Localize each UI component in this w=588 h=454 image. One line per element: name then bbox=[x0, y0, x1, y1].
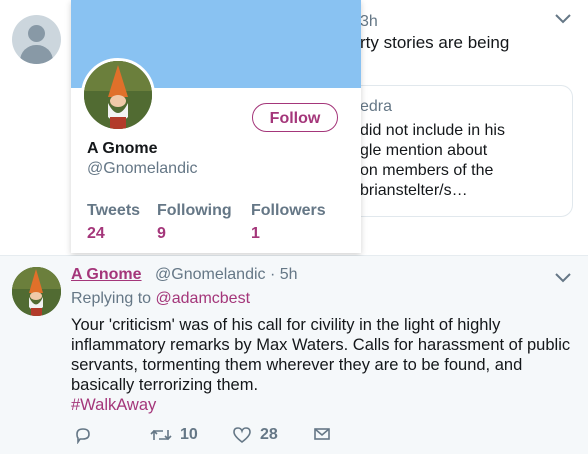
envelope-icon bbox=[313, 426, 331, 442]
quoted-tweet-line: on members of the bbox=[360, 162, 494, 179]
tweet-author-name[interactable]: A Gnome bbox=[71, 266, 142, 284]
quoted-tweet-line: gle mention about bbox=[360, 142, 488, 159]
quoted-tweet-line: did not include in his bbox=[360, 122, 505, 139]
quoted-tweet-author: edra bbox=[360, 98, 393, 115]
replying-to-label: Replying to bbox=[71, 290, 152, 307]
like-button[interactable]: 28 bbox=[232, 426, 278, 444]
stat-label-followers[interactable]: Followers bbox=[251, 202, 326, 220]
tweet-text: rty stories are being bbox=[360, 33, 510, 52]
profile-name[interactable]: A Gnome bbox=[87, 140, 158, 158]
stat-value-tweets[interactable]: 24 bbox=[87, 225, 105, 243]
replying-to: Replying to @adamcbest bbox=[71, 290, 250, 308]
follow-button[interactable]: Follow bbox=[252, 103, 338, 132]
chevron-down-icon[interactable] bbox=[554, 271, 572, 289]
stat-value-followers[interactable]: 1 bbox=[251, 225, 260, 243]
reply-icon bbox=[74, 426, 92, 444]
replying-to-link[interactable]: @adamcbest bbox=[156, 290, 251, 307]
chevron-down-icon[interactable] bbox=[554, 12, 572, 30]
reply-button[interactable] bbox=[74, 426, 92, 444]
stat-label-tweets[interactable]: Tweets bbox=[87, 202, 140, 220]
profile-hover-card: Follow A Gnome @Gnomelandic Tweets 24 Fo… bbox=[71, 0, 361, 253]
stat-label-following[interactable]: Following bbox=[157, 202, 232, 220]
avatar[interactable] bbox=[12, 267, 61, 316]
retweet-icon bbox=[150, 427, 172, 443]
tweet-timestamp[interactable]: 3h bbox=[360, 13, 378, 31]
heart-icon bbox=[232, 426, 252, 444]
stat-value-following[interactable]: 9 bbox=[157, 225, 166, 243]
tweet-text: Your 'criticism' was of his call for civ… bbox=[71, 316, 571, 394]
like-count: 28 bbox=[260, 426, 278, 443]
profile-handle[interactable]: @Gnomelandic bbox=[87, 160, 198, 178]
direct-message-button[interactable] bbox=[313, 426, 331, 442]
retweet-button[interactable]: 10 bbox=[150, 426, 198, 444]
tweet-author-handle-time[interactable]: @Gnomelandic · 5h bbox=[155, 266, 298, 284]
quoted-tweet-line: brianstelter/s… bbox=[360, 182, 468, 199]
retweet-count: 10 bbox=[180, 426, 198, 443]
avatar[interactable] bbox=[81, 58, 155, 132]
hashtag-link[interactable]: #WalkAway bbox=[71, 396, 156, 415]
default-avatar[interactable] bbox=[12, 15, 61, 64]
